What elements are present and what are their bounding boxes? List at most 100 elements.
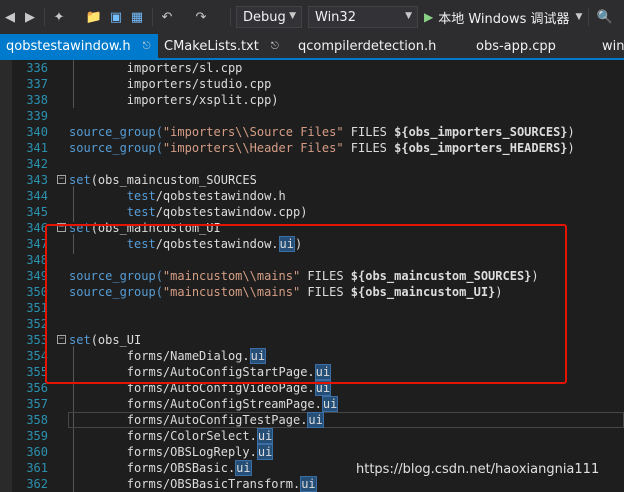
code-token: forms/AutoConfigTestPage. bbox=[69, 413, 308, 427]
code-token: ) bbox=[567, 141, 575, 155]
highlighted-token: ui bbox=[256, 428, 274, 444]
code-token: (obs_maincustom_SOURCES bbox=[90, 173, 257, 187]
highlighted-token: ui bbox=[321, 396, 339, 412]
code-line[interactable]: 337 importers/studio.cpp bbox=[0, 76, 624, 92]
tab-qcompilerdetection-h[interactable]: qcompilerdetection.h bbox=[292, 34, 442, 58]
highlight-box bbox=[45, 224, 567, 384]
configuration-dropdown[interactable]: Debug ▼ bbox=[236, 6, 302, 28]
tab-label: qobstestawindow.h bbox=[6, 38, 131, 54]
tab-win[interactable]: win bbox=[596, 34, 624, 58]
code-text: importers/xsplit.cpp) bbox=[69, 92, 279, 108]
code-token: source_group( bbox=[69, 125, 163, 139]
tab-label: obs-app.cpp bbox=[476, 38, 556, 54]
line-number: 349 bbox=[26, 269, 48, 283]
tab-cmakelists-txt[interactable]: CMakeLists.txt ⎋ bbox=[158, 34, 282, 58]
code-token: ${obs_importers_HEADERS} bbox=[394, 141, 568, 155]
line-number: 344 bbox=[26, 189, 48, 203]
save-all-icon[interactable]: ▦ bbox=[128, 0, 146, 34]
line-number: 356 bbox=[26, 381, 48, 395]
play-icon: ▶ bbox=[424, 10, 434, 24]
forward-icon[interactable]: ▶ bbox=[22, 0, 38, 34]
back-icon[interactable]: ◀ bbox=[2, 0, 18, 34]
pin-icon[interactable]: ⎋ bbox=[143, 41, 151, 52]
code-line[interactable]: 339 bbox=[0, 108, 624, 124]
line-number: 336 bbox=[26, 61, 48, 75]
code-line[interactable]: 359 forms/ColorSelect.ui bbox=[0, 428, 624, 444]
open-folder-icon[interactable]: 📁 bbox=[86, 0, 102, 34]
line-number: 361 bbox=[26, 461, 48, 475]
run-label: 本地 Windows 调试器 bbox=[438, 11, 570, 27]
platform-value: Win32 bbox=[315, 9, 356, 25]
redo-icon[interactable]: ↷ bbox=[192, 0, 210, 34]
tab-obs-app-cpp[interactable]: obs-app.cpp bbox=[470, 34, 580, 58]
line-number: 339 bbox=[26, 109, 48, 123]
code-token: /qobstestawindow.cpp) bbox=[155, 205, 308, 219]
code-line[interactable]: 341 source_group("importers\\Header Files… bbox=[0, 140, 624, 156]
start-debugging-button[interactable]: ▶ 本地 Windows 调试器 ▼ bbox=[424, 6, 582, 28]
code-token: forms/OBSBasic. bbox=[69, 461, 236, 475]
code-token: ) bbox=[567, 125, 575, 139]
save-icon[interactable]: ▣ bbox=[108, 0, 124, 34]
code-line[interactable]: 345 test/qobstestawindow.cpp) bbox=[0, 204, 624, 220]
find-in-files-icon[interactable]: 🔍 bbox=[596, 0, 614, 34]
code-line[interactable]: 336 importers/sl.cpp bbox=[0, 60, 624, 76]
code-token: FILES bbox=[343, 141, 395, 155]
code-text: forms/OBSBasic.ui bbox=[69, 460, 252, 476]
code-text: test/qobstestawindow.h bbox=[69, 188, 286, 204]
line-number: 340 bbox=[26, 125, 48, 139]
line-number: 348 bbox=[26, 253, 48, 267]
collapse-icon[interactable]: − bbox=[57, 175, 66, 184]
code-editor[interactable]: 336 importers/sl.cpp 337 importers/studio… bbox=[0, 60, 624, 492]
line-number: 347 bbox=[26, 237, 48, 251]
code-text: forms/OBSBasicTransform.ui bbox=[69, 476, 317, 492]
line-number: 338 bbox=[26, 93, 48, 107]
line-number: 351 bbox=[26, 301, 48, 315]
code-line[interactable]: 343− set(obs_maincustom_SOURCES bbox=[0, 172, 624, 188]
line-number: 353 bbox=[26, 333, 48, 347]
line-number: 337 bbox=[26, 77, 48, 91]
line-number: 355 bbox=[26, 365, 48, 379]
code-text: forms/AutoConfigTestPage.ui bbox=[69, 412, 324, 428]
code-line[interactable]: 357 forms/AutoConfigStreamPage.ui bbox=[0, 396, 624, 412]
code-line[interactable]: 344 test/qobstestawindow.h bbox=[0, 188, 624, 204]
code-token: importers/studio.cpp bbox=[69, 77, 272, 91]
code-text: importers/studio.cpp bbox=[69, 76, 272, 92]
code-token: ${obs_importers_SOURCES} bbox=[394, 125, 568, 139]
tab-label: qcompilerdetection.h bbox=[298, 38, 437, 54]
highlighted-token: ui bbox=[307, 412, 324, 428]
code-text: forms/ColorSelect.ui bbox=[69, 428, 274, 444]
code-token: test bbox=[126, 205, 156, 219]
line-number: 342 bbox=[26, 157, 48, 171]
platform-dropdown[interactable]: Win32 ▼ bbox=[308, 6, 418, 28]
highlighted-token: ui bbox=[300, 476, 317, 492]
new-project-icon[interactable]: ✦ bbox=[50, 0, 68, 34]
code-text: test/qobstestawindow.cpp) bbox=[69, 204, 308, 220]
configuration-value: Debug bbox=[243, 9, 286, 25]
tab-qobstestawindow-h[interactable]: qobstestawindow.h ⎋ ✕ bbox=[0, 34, 158, 58]
code-line[interactable]: 342 bbox=[0, 156, 624, 172]
code-token: "importers\\Source Files" bbox=[162, 125, 344, 139]
code-line[interactable]: 340 source_group("importers\\Source Files… bbox=[0, 124, 624, 140]
code-text: source_group("importers\\Header Files" F… bbox=[69, 140, 575, 156]
tab-label: CMakeLists.txt bbox=[164, 38, 259, 54]
line-number: 346 bbox=[26, 221, 48, 235]
code-line[interactable]: 362 forms/OBSBasicTransform.ui bbox=[0, 476, 624, 492]
line-number: 343 bbox=[26, 173, 48, 187]
code-text: importers/sl.cpp bbox=[69, 60, 243, 76]
code-text: source_group("importers\\Source Files" F… bbox=[69, 124, 575, 140]
code-line[interactable]: 358 forms/AutoConfigTestPage.ui bbox=[0, 412, 624, 428]
line-number: 359 bbox=[26, 429, 48, 443]
code-token: source_group( bbox=[69, 141, 163, 155]
undo-icon[interactable]: ↶ bbox=[158, 0, 176, 34]
highlighted-token: ui bbox=[256, 444, 274, 460]
line-number: 350 bbox=[26, 285, 48, 299]
pin-icon[interactable]: ⎋ bbox=[271, 41, 279, 52]
code-token: importers/xsplit.cpp) bbox=[69, 93, 279, 107]
code-token: test bbox=[126, 189, 156, 203]
highlighted-token: ui bbox=[235, 460, 252, 476]
line-number: 358 bbox=[26, 413, 48, 427]
code-line[interactable]: 338 importers/xsplit.cpp) bbox=[0, 92, 624, 108]
toolbar: ◀ ▶ ✦ 📁 ▣ ▦ ↶ ↷ Debug ▼ Win32 ▼ ▶ 本地 Win… bbox=[0, 0, 624, 34]
code-line[interactable]: 360 forms/OBSLogReply.ui bbox=[0, 444, 624, 460]
code-token: FILES bbox=[343, 125, 395, 139]
